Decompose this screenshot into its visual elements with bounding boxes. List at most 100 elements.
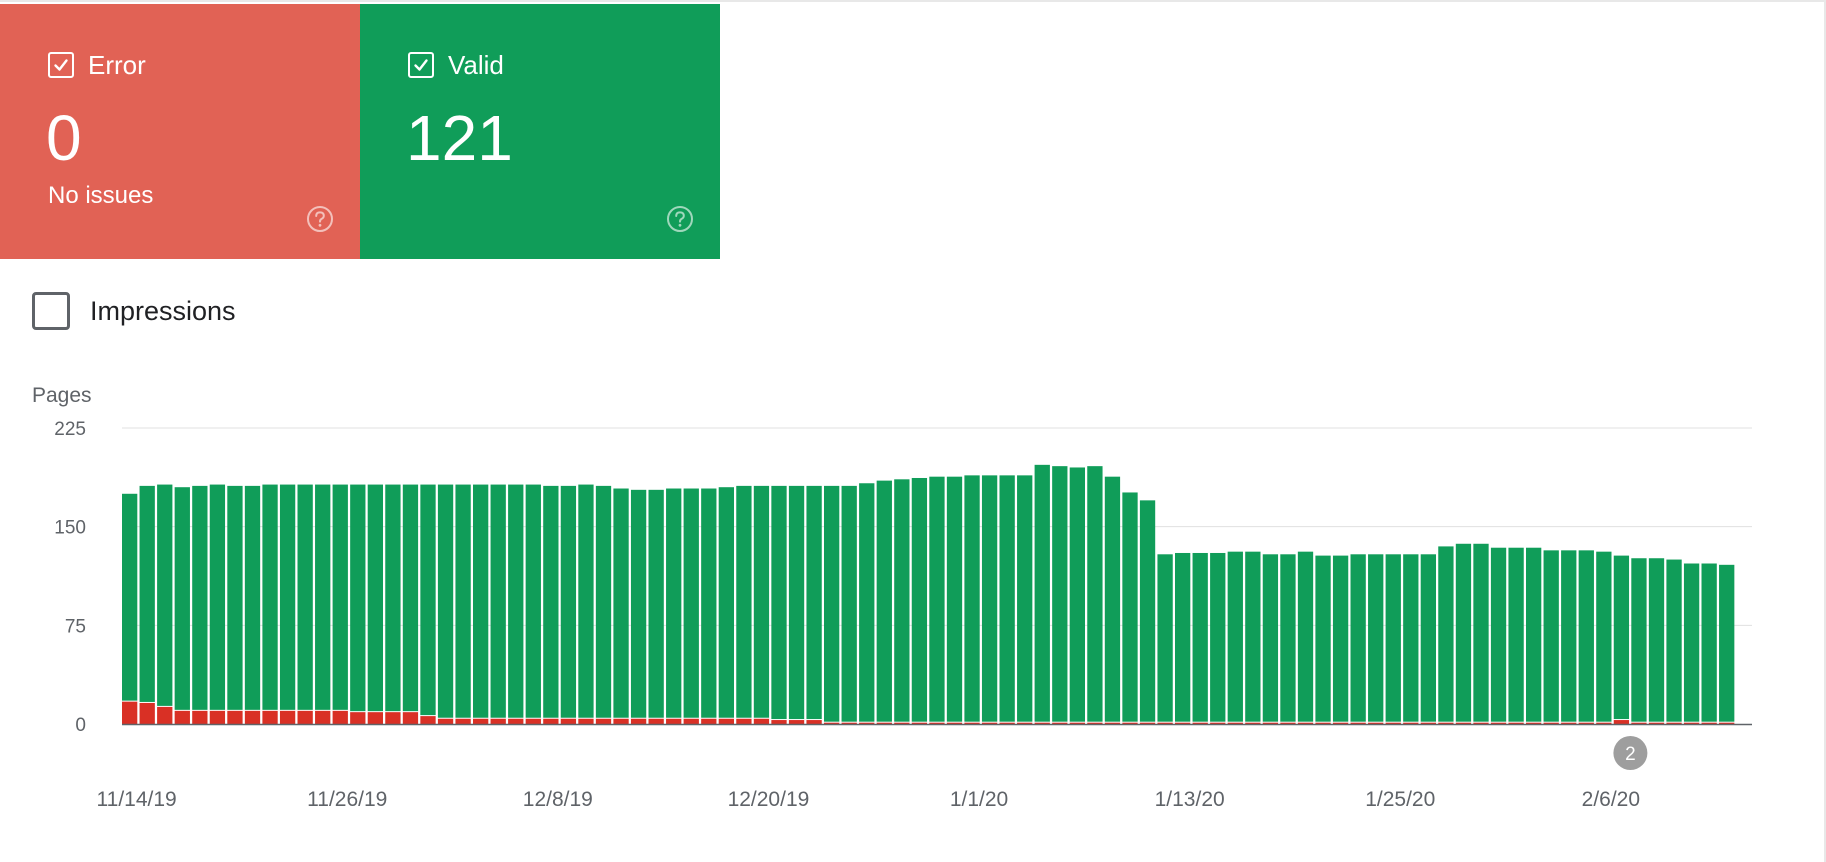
valid-bar[interactable] [315, 484, 331, 710]
valid-bar[interactable] [350, 484, 366, 712]
error-bar[interactable] [771, 720, 787, 724]
valid-bar[interactable] [1210, 552, 1226, 722]
valid-bar[interactable] [841, 485, 857, 722]
valid-bar[interactable] [174, 487, 190, 710]
valid-bar[interactable] [209, 484, 226, 710]
error-bar[interactable] [209, 710, 226, 724]
valid-bar[interactable] [1315, 555, 1331, 722]
error-bar[interactable] [595, 718, 612, 724]
error-bar[interactable] [402, 712, 419, 724]
valid-bar[interactable] [929, 476, 945, 722]
valid-bar[interactable] [1455, 543, 1472, 722]
error-bar[interactable] [648, 718, 664, 724]
error-bar[interactable] [788, 720, 805, 724]
valid-bar[interactable] [771, 485, 787, 720]
valid-bar[interactable] [911, 477, 928, 722]
error-bar[interactable] [122, 701, 138, 724]
valid-bar[interactable] [455, 484, 471, 718]
error-bar[interactable] [262, 710, 278, 724]
valid-bar[interactable] [666, 488, 682, 718]
valid-bar[interactable] [1543, 550, 1559, 722]
valid-bar[interactable] [1332, 555, 1349, 722]
valid-bar[interactable] [1403, 554, 1419, 722]
valid-bar[interactable] [1157, 554, 1173, 722]
valid-bar[interactable] [1192, 552, 1208, 722]
error-bar[interactable] [701, 718, 717, 724]
valid-toggle[interactable]: Valid [408, 52, 504, 78]
error-bar[interactable] [613, 718, 629, 724]
help-circle-icon[interactable] [666, 205, 694, 233]
valid-bar[interactable] [122, 493, 138, 701]
error-bar[interactable] [385, 712, 401, 724]
valid-bar[interactable] [1368, 554, 1384, 722]
valid-bar[interactable] [437, 484, 454, 718]
valid-bar[interactable] [1262, 554, 1279, 722]
valid-bar[interactable] [1719, 564, 1735, 722]
valid-bar[interactable] [718, 487, 734, 718]
valid-bar[interactable] [683, 488, 699, 718]
error-bar[interactable] [297, 710, 313, 724]
error-bar[interactable] [139, 702, 155, 724]
error-bar[interactable] [543, 718, 559, 724]
error-bar[interactable] [473, 718, 489, 724]
valid-bar[interactable] [1490, 547, 1507, 722]
valid-bar[interactable] [1473, 543, 1489, 722]
valid-bar[interactable] [1648, 558, 1665, 722]
error-bar[interactable] [683, 718, 699, 724]
valid-bar[interactable] [297, 484, 313, 710]
impressions-toggle[interactable]: Impressions [32, 292, 236, 330]
valid-bar[interactable] [1122, 492, 1138, 722]
valid-bar[interactable] [701, 488, 717, 718]
valid-bar[interactable] [1245, 551, 1261, 722]
error-bar[interactable] [279, 710, 296, 724]
valid-bar[interactable] [1175, 552, 1191, 722]
error-bar[interactable] [367, 712, 383, 724]
valid-bar[interactable] [157, 484, 173, 706]
valid-bar[interactable] [999, 475, 1015, 722]
valid-bar[interactable] [630, 489, 647, 718]
error-bar[interactable] [630, 718, 647, 724]
valid-bar[interactable] [964, 475, 980, 722]
valid-bar[interactable] [1596, 551, 1612, 722]
valid-bar[interactable] [1631, 558, 1647, 722]
valid-bar[interactable] [1139, 500, 1156, 722]
valid-bar[interactable] [859, 483, 875, 722]
error-bar[interactable] [455, 718, 471, 724]
valid-bar[interactable] [1701, 563, 1717, 722]
error-toggle[interactable]: Error [48, 52, 146, 78]
valid-bar[interactable] [981, 475, 998, 722]
valid-bar[interactable] [227, 485, 243, 710]
error-bar[interactable] [1613, 720, 1630, 724]
valid-bar[interactable] [1087, 466, 1103, 722]
valid-bar[interactable] [1420, 554, 1436, 722]
valid-bar[interactable] [894, 479, 910, 722]
valid-bar[interactable] [139, 485, 155, 702]
valid-bar[interactable] [1227, 551, 1243, 722]
valid-bar[interactable] [806, 485, 822, 720]
valid-bar[interactable] [613, 488, 629, 718]
error-bar[interactable] [578, 718, 594, 724]
error-bar[interactable] [315, 710, 331, 724]
valid-bar[interactable] [560, 485, 577, 718]
valid-bar[interactable] [262, 484, 278, 710]
valid-bar[interactable] [1613, 555, 1630, 720]
valid-bar[interactable] [753, 485, 770, 718]
valid-bar[interactable] [1350, 554, 1366, 722]
error-bar[interactable] [227, 710, 243, 724]
valid-bar[interactable] [736, 485, 752, 718]
error-bar[interactable] [332, 710, 348, 724]
error-bar[interactable] [157, 706, 173, 724]
valid-bar[interactable] [332, 484, 348, 710]
valid-bar[interactable] [1526, 547, 1542, 722]
error-bar[interactable] [753, 718, 770, 724]
valid-bar[interactable] [525, 484, 541, 718]
valid-bar[interactable] [1280, 554, 1296, 722]
valid-bar[interactable] [788, 485, 805, 720]
valid-bar[interactable] [402, 484, 419, 712]
valid-bar[interactable] [367, 484, 383, 712]
help-circle-icon[interactable] [306, 205, 334, 233]
error-bar[interactable] [525, 718, 541, 724]
valid-bar[interactable] [490, 484, 506, 718]
valid-bar[interactable] [946, 476, 963, 722]
valid-bar[interactable] [648, 489, 664, 718]
